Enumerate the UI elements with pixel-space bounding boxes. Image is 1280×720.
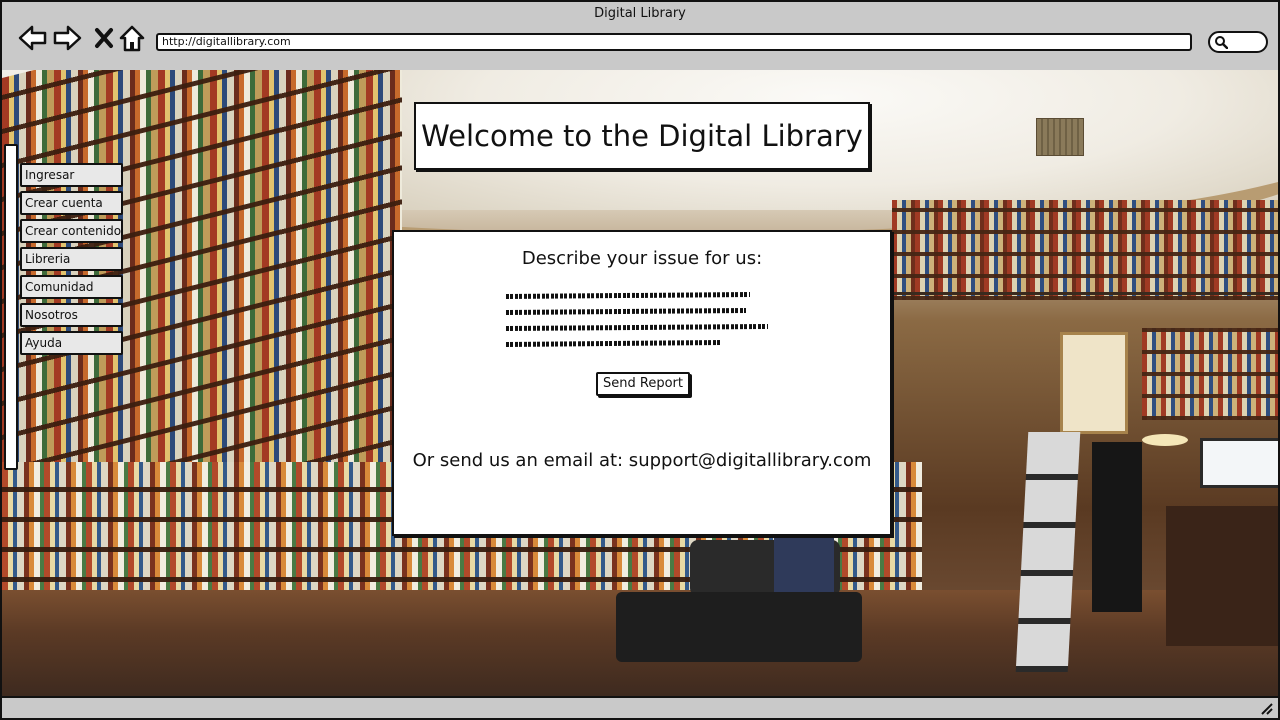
browser-search-field[interactable] (1208, 31, 1268, 53)
lamp (1142, 434, 1188, 446)
report-issue-panel: Describe your issue for us: Send Report … (392, 230, 892, 536)
computer-monitor (1200, 438, 1278, 488)
menu-item-crear-contenido[interactable]: Crear contenido (20, 219, 123, 243)
menu-item-libreria[interactable]: Libreria (20, 247, 123, 271)
support-email-text: Or send us an email at: support@digitall… (412, 450, 872, 471)
address-bar[interactable]: http://digitallibrary.com (156, 33, 1192, 51)
bookshelves-right (1142, 328, 1278, 420)
welcome-heading-card: Welcome to the Digital Library (414, 102, 870, 170)
pillar (1092, 442, 1142, 612)
page-title: Welcome to the Digital Library (421, 119, 863, 153)
vertical-scrollbar[interactable] (4, 144, 18, 470)
library-background-image: Ingresar Crear cuenta Crear contenido Li… (2, 70, 1278, 696)
menu-item-nosotros[interactable]: Nosotros (20, 303, 123, 327)
doorway (1060, 332, 1128, 434)
side-menu: Ingresar Crear cuenta Crear contenido Li… (20, 163, 123, 359)
forward-arrow-icon[interactable] (52, 22, 84, 54)
issue-text-area[interactable] (506, 290, 770, 354)
report-prompt: Describe your issue for us: (521, 248, 763, 269)
menu-item-comunidad[interactable]: Comunidad (20, 275, 123, 299)
resize-grip-icon[interactable] (1258, 700, 1274, 716)
search-icon (1215, 36, 1228, 49)
balcony-rail (892, 292, 1278, 295)
menu-item-ayuda[interactable]: Ayuda (20, 331, 123, 355)
menu-item-crear-cuenta[interactable]: Crear cuenta (20, 191, 123, 215)
bench (616, 592, 862, 662)
menu-item-ingresar[interactable]: Ingresar (20, 163, 123, 187)
back-arrow-icon[interactable] (16, 22, 48, 54)
window-title: Digital Library (594, 6, 686, 21)
reception-desk (1166, 506, 1278, 646)
status-bar (2, 696, 1278, 718)
send-report-button[interactable]: Send Report (596, 372, 690, 396)
bookshelves-upper-right (892, 200, 1278, 300)
home-icon[interactable] (116, 22, 148, 54)
browser-toolbar: Digital Library http://digitallibrary.co… (2, 2, 1278, 70)
ceiling-vent (1036, 118, 1084, 156)
browser-window: Digital Library http://digitallibrary.co… (0, 0, 1280, 720)
